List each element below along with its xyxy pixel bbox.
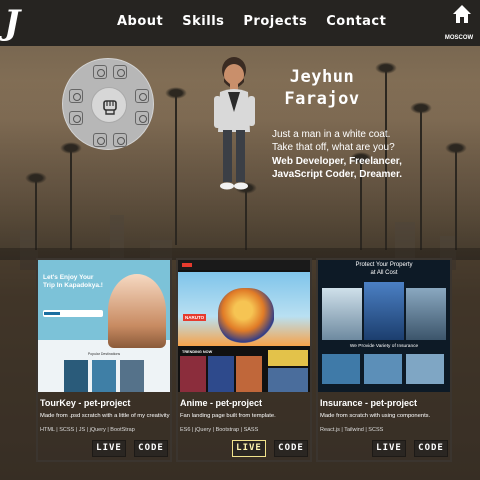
thumb-section-title: We Provide Variety of Insurance (349, 344, 419, 349)
project-thumbnail[interactable]: NARUTO TRENDING NOW (178, 260, 310, 392)
project-thumbnail[interactable]: Let's Enjoy Your Trip In Kapadokya.! Pop… (38, 260, 170, 392)
project-description: Fan landing page built from template. (180, 413, 276, 419)
hero-tagline-line-2: Take that off, what are you? (272, 141, 395, 153)
project-thumbnail[interactable]: Protect Your Property at All Cost We Pro… (318, 260, 450, 392)
thumb-logo: NARUTO (183, 314, 207, 321)
hero-roles-line-1: Web Developer, Freelancer, (272, 156, 402, 167)
project-actions: LIVE CODE (92, 440, 168, 457)
top-navbar: J About Skills Projects Contact MOSCOW (0, 0, 480, 46)
live-button[interactable]: LIVE (92, 440, 126, 457)
project-card-insurance: Protect Your Property at All Cost We Pro… (316, 258, 452, 462)
hero-tagline: Just a man in a white coat. Take that of… (272, 129, 395, 154)
project-tech: ES6 | jQuery | Bootstrap | SASS (180, 427, 259, 433)
thumb-section-title: Popular Destinations (87, 352, 121, 356)
hero-first-name: Jeyhun (289, 67, 355, 87)
thumb-section-title: TRENDING NOW (182, 350, 213, 354)
location-widget: MOSCOW (445, 4, 476, 41)
wordpress-icon (69, 89, 83, 103)
project-description: Made from scratch with using components. (320, 413, 431, 419)
avatar-illustration (214, 57, 255, 190)
nav-link-projects[interactable]: Projects (243, 14, 307, 29)
project-card-tourkey: Let's Enjoy Your Trip In Kapadokya.! Pop… (36, 258, 172, 462)
project-actions: LIVE CODE (372, 440, 448, 457)
project-tech: HTML | SCSS | JS | jQuery | BootStrap (40, 427, 135, 433)
code-button[interactable]: CODE (134, 440, 168, 457)
project-card-anime: NARUTO TRENDING NOW Anime - pet-project … (176, 258, 312, 462)
fist-icon (103, 100, 117, 115)
hero-tagline-line-1: Just a man in a white coat. (272, 129, 391, 140)
home-icon (453, 5, 471, 23)
thumb-headline: Protect Your Property at All Cost (355, 262, 413, 276)
hero-last-name: Farajov (284, 89, 360, 109)
skills-wheel[interactable] (62, 58, 154, 150)
project-title: TourKey - pet-project (40, 398, 131, 408)
js-icon (93, 65, 107, 79)
html-icon (113, 133, 127, 147)
sass-icon (93, 133, 107, 147)
project-title: Insurance - pet-project (320, 398, 418, 408)
jquery-icon (69, 111, 83, 125)
location-label: MOSCOW (444, 35, 474, 41)
main-menu: About Skills Projects Contact (117, 14, 386, 29)
site-logo[interactable]: J (4, 3, 36, 43)
live-button[interactable]: LIVE (372, 440, 406, 457)
hero-roles-line-2: JavaScript Coder, Dreamer. (272, 168, 403, 180)
project-tech: React.js | Tailwind | SCSS (320, 427, 384, 433)
project-description: Made from .psd scratch with a little of … (40, 413, 170, 419)
git-icon (135, 111, 149, 125)
code-button[interactable]: CODE (274, 440, 308, 457)
hero-roles: Web Developer, Freelancer, JavaScript Co… (272, 156, 402, 181)
thumb-headline: Let's Enjoy Your Trip In Kapadokya.! (43, 274, 103, 289)
nav-link-about[interactable]: About (117, 14, 163, 29)
project-title: Anime - pet-project (180, 398, 263, 408)
css-icon (113, 65, 127, 79)
code-button[interactable]: CODE (414, 440, 448, 457)
nav-link-contact[interactable]: Contact (326, 14, 386, 29)
hero-name: Jeyhun Farajov (272, 66, 372, 110)
live-button[interactable]: LIVE (232, 440, 266, 457)
nav-link-skills[interactable]: Skills (182, 14, 224, 29)
react-icon (135, 89, 149, 103)
project-actions: LIVE CODE (232, 440, 308, 457)
skills-wheel-center[interactable] (91, 87, 127, 123)
